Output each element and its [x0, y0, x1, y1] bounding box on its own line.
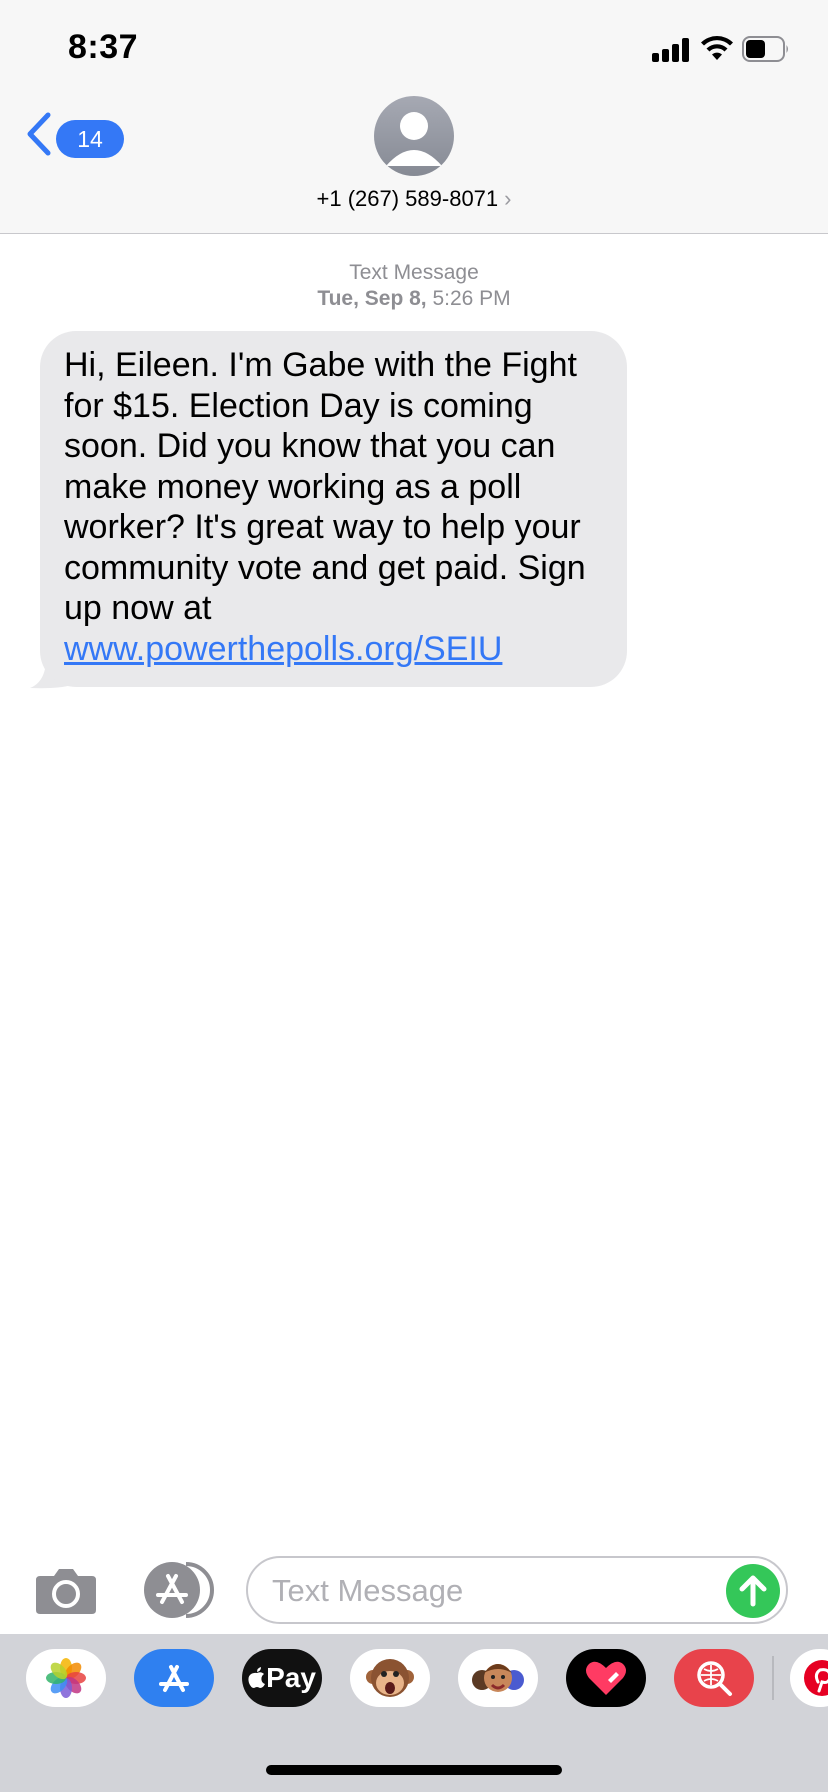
- chevron-left-icon: [27, 112, 51, 156]
- status-time: 8:37: [68, 28, 139, 66]
- message-text: Hi, Eileen. I'm Gabe with the Fight for …: [64, 346, 586, 627]
- photos-icon[interactable]: [26, 1649, 106, 1707]
- message-date: Tue, Sep 8,: [317, 287, 427, 310]
- conversation-header: 14 +1 (267) 589-8071 ›: [0, 96, 828, 234]
- unread-count-badge: 14: [56, 120, 124, 158]
- cellular-signal-icon: [652, 38, 692, 62]
- apple-logo-icon: [248, 1667, 266, 1688]
- message-bubble-incoming[interactable]: Hi, Eileen. I'm Gabe with the Fight for …: [28, 331, 628, 689]
- contact-avatar[interactable]: [374, 96, 454, 176]
- drawer-divider: [772, 1656, 774, 1700]
- status-bar: 8:37: [0, 0, 828, 96]
- app-store-icon[interactable]: [134, 1649, 214, 1707]
- send-button[interactable]: [726, 1564, 780, 1618]
- pinterest-icon[interactable]: [790, 1649, 828, 1707]
- message-input[interactable]: Text Message: [246, 1556, 788, 1624]
- message-link[interactable]: www.powerthepolls.org/SEIU: [64, 630, 502, 668]
- apple-pay-icon[interactable]: Pay: [242, 1649, 322, 1707]
- back-button[interactable]: 14: [22, 106, 124, 162]
- animoji-monkey-icon[interactable]: [350, 1649, 430, 1707]
- message-timestamp: Text Message Tue, Sep 8, 5:26 PM: [0, 260, 828, 312]
- home-indicator[interactable]: [266, 1765, 562, 1775]
- wifi-icon: [701, 36, 733, 60]
- contact-number: +1 (267) 589-8071: [316, 186, 499, 211]
- contact-name[interactable]: +1 (267) 589-8071 ›: [0, 186, 828, 212]
- app-store-button[interactable]: [140, 1560, 214, 1620]
- camera-icon[interactable]: [34, 1564, 98, 1616]
- service-label: Text Message: [349, 261, 479, 284]
- heart-sticker-icon[interactable]: [566, 1649, 646, 1707]
- chevron-right-icon: ›: [504, 186, 512, 211]
- battery-icon: [742, 36, 788, 62]
- arrow-up-icon: [739, 1575, 767, 1607]
- person-icon: [386, 112, 442, 166]
- message-input-placeholder: Text Message: [272, 1573, 464, 1608]
- message-body: Hi, Eileen. I'm Gabe with the Fight for …: [40, 331, 627, 687]
- image-search-icon[interactable]: [674, 1649, 754, 1707]
- message-time: 5:26 PM: [432, 287, 511, 310]
- apple-pay-label: Pay: [266, 1662, 316, 1693]
- memoji-icon[interactable]: [458, 1649, 538, 1707]
